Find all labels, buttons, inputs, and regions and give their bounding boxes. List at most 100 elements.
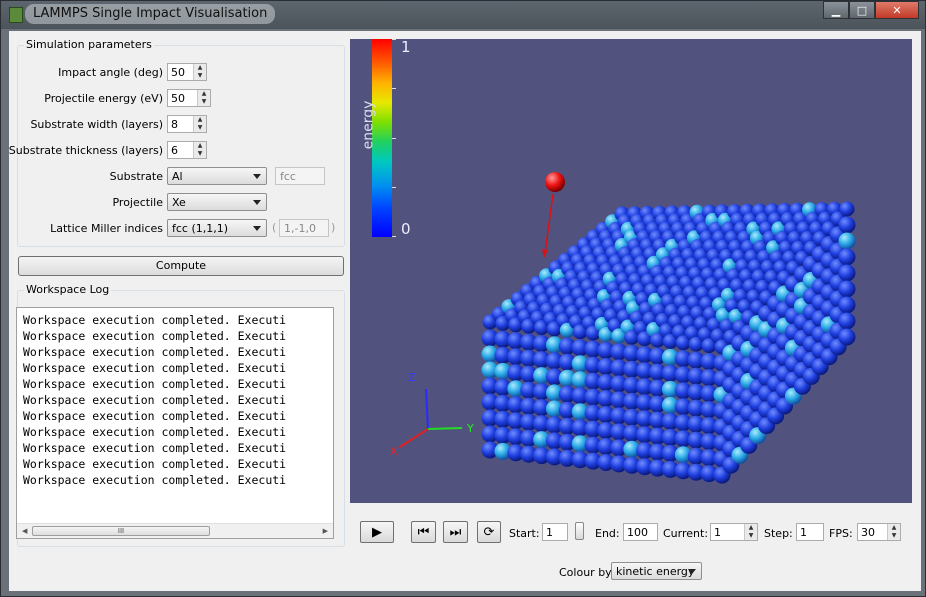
window-title: LAMMPS Single Impact Visualisation xyxy=(25,4,276,24)
current-label: Current: xyxy=(663,527,709,540)
step-input[interactable]: 1 xyxy=(796,523,824,541)
substrate-thickness-arrows[interactable]: ▲ ▼ xyxy=(193,142,206,158)
play-icon: ▶ xyxy=(372,524,382,540)
current-spinbox[interactable]: 1 ▲ ▼ xyxy=(710,523,758,541)
log-horizontal-scrollbar[interactable]: ◀ III ▶ xyxy=(17,523,333,538)
frame-slider-handle[interactable] xyxy=(575,522,584,540)
atom xyxy=(839,201,855,217)
up-arrow-icon[interactable]: ▲ xyxy=(194,116,206,124)
minimize-button[interactable]: ▁ xyxy=(823,1,849,19)
substrate-combo[interactable]: Al xyxy=(167,167,267,185)
log-line: Workspace execution completed. Executi xyxy=(23,313,287,327)
log-line: Workspace execution completed. Executi xyxy=(23,425,287,439)
atom xyxy=(838,248,856,266)
close-button[interactable]: ✕ xyxy=(875,1,919,19)
first-frame-button[interactable]: ⏮ xyxy=(411,521,436,543)
substrate-width-spinbox[interactable]: 8 ▲ ▼ xyxy=(167,115,207,133)
chevron-down-icon xyxy=(253,174,261,179)
up-arrow-icon[interactable]: ▲ xyxy=(198,90,210,98)
down-arrow-icon[interactable]: ▼ xyxy=(194,124,206,132)
window-controls: ▁ □ ✕ xyxy=(823,1,919,21)
atom xyxy=(838,216,856,234)
projectile-energy-label: Projectile energy (eV) xyxy=(44,92,163,105)
maximize-button[interactable]: □ xyxy=(849,1,875,19)
rotate-button[interactable]: ⟳ xyxy=(477,521,501,543)
log-line: Workspace execution completed. Executi xyxy=(23,329,287,343)
substrate-lattice-field: fcc xyxy=(275,167,325,185)
y-axis xyxy=(427,427,463,430)
projectile-energy-value: 50 xyxy=(171,92,185,105)
step-label: Step: xyxy=(764,527,793,540)
skip-forward-icon: ⏭ xyxy=(449,524,462,540)
fps-spinbox[interactable]: 30 ▲ ▼ xyxy=(857,523,901,541)
step-value: 1 xyxy=(800,526,807,539)
up-arrow-icon[interactable]: ▲ xyxy=(194,64,206,72)
start-label: Start: xyxy=(509,527,540,540)
atom xyxy=(838,280,856,298)
atom xyxy=(838,328,856,346)
workspace-log-title: Workspace Log xyxy=(24,283,112,296)
y-axis-label: Y xyxy=(467,422,474,435)
projectile-atom xyxy=(545,172,565,192)
x-axis-label: X xyxy=(390,445,398,458)
projectile-label: Projectile xyxy=(112,196,163,209)
colour-by-combo[interactable]: kinetic energy xyxy=(611,562,702,580)
scroll-right-icon[interactable]: ▶ xyxy=(323,527,328,535)
x-axis xyxy=(399,428,429,448)
up-arrow-icon[interactable]: ▲ xyxy=(194,142,206,150)
colour-by-value: kinetic energy xyxy=(616,565,695,578)
substrate-label: Substrate xyxy=(109,170,163,183)
down-arrow-icon[interactable]: ▼ xyxy=(745,532,757,540)
client-area: Simulation parameters Impact angle (deg)… xyxy=(9,31,921,591)
projectile-energy-arrows[interactable]: ▲ ▼ xyxy=(197,90,210,106)
skip-back-icon: ⏮ xyxy=(417,524,430,540)
workspace-log[interactable]: Workspace execution completed. Executi Wo… xyxy=(16,307,334,539)
atom xyxy=(838,296,856,314)
atom xyxy=(838,264,856,282)
scroll-left-icon[interactable]: ◀ xyxy=(22,527,27,535)
fps-arrows[interactable]: ▲ ▼ xyxy=(887,524,900,540)
impact-angle-label: Impact angle (deg) xyxy=(58,66,163,79)
current-arrows[interactable]: ▲ ▼ xyxy=(744,524,757,540)
miller-indices-combo[interactable]: fcc (1,1,1) xyxy=(167,219,267,237)
current-value: 1 xyxy=(714,526,721,539)
log-line: Workspace execution completed. Executi xyxy=(23,457,287,471)
start-value: 1 xyxy=(546,526,553,539)
log-line: Workspace execution completed. Executi xyxy=(23,393,287,407)
projectile-energy-spinbox[interactable]: 50 ▲ ▼ xyxy=(167,89,211,107)
up-arrow-icon[interactable]: ▲ xyxy=(888,524,900,532)
play-button[interactable]: ▶ xyxy=(360,521,394,543)
title-bar[interactable]: LAMMPS Single Impact Visualisation ▁ □ ✕ xyxy=(1,1,925,29)
projectile-combo[interactable]: Xe xyxy=(167,193,267,211)
log-line: Workspace execution completed. Executi xyxy=(23,473,287,487)
log-line: Workspace execution completed. Executi xyxy=(23,377,287,391)
scroll-thumb[interactable]: III xyxy=(32,526,210,536)
impact-angle-arrows[interactable]: ▲ ▼ xyxy=(193,64,206,80)
impact-angle-value: 50 xyxy=(171,66,185,79)
down-arrow-icon[interactable]: ▼ xyxy=(198,98,210,106)
substrate-thickness-value: 6 xyxy=(171,144,178,157)
up-arrow-icon[interactable]: ▲ xyxy=(745,524,757,532)
miller-paren-close: ) xyxy=(331,221,336,234)
substrate-width-arrows[interactable]: ▲ ▼ xyxy=(193,116,206,132)
impact-angle-spinbox[interactable]: 50 ▲ ▼ xyxy=(167,63,207,81)
miller-vector-field: 1,-1,0 xyxy=(279,219,329,237)
substrate-width-value: 8 xyxy=(171,118,178,131)
atom-scene xyxy=(399,172,856,484)
start-input[interactable]: 1 xyxy=(542,523,568,541)
3d-viewport[interactable]: 1 0 energy Z Y X xyxy=(350,39,912,503)
end-input[interactable]: 100 xyxy=(623,523,658,541)
substrate-thickness-spinbox[interactable]: 6 ▲ ▼ xyxy=(167,141,207,159)
simulation-parameters-title: Simulation parameters xyxy=(24,38,154,51)
fps-label: FPS: xyxy=(829,527,853,540)
down-arrow-icon[interactable]: ▼ xyxy=(194,150,206,158)
compute-button[interactable]: Compute xyxy=(18,256,344,276)
down-arrow-icon[interactable]: ▼ xyxy=(194,72,206,80)
down-arrow-icon[interactable]: ▼ xyxy=(888,532,900,540)
chevron-down-icon xyxy=(253,200,261,205)
colour-by-label: Colour by xyxy=(559,566,612,579)
atom xyxy=(838,312,856,330)
last-frame-button[interactable]: ⏭ xyxy=(443,521,468,543)
log-line: Workspace execution completed. Executi xyxy=(23,345,287,359)
fps-value: 30 xyxy=(861,526,875,539)
